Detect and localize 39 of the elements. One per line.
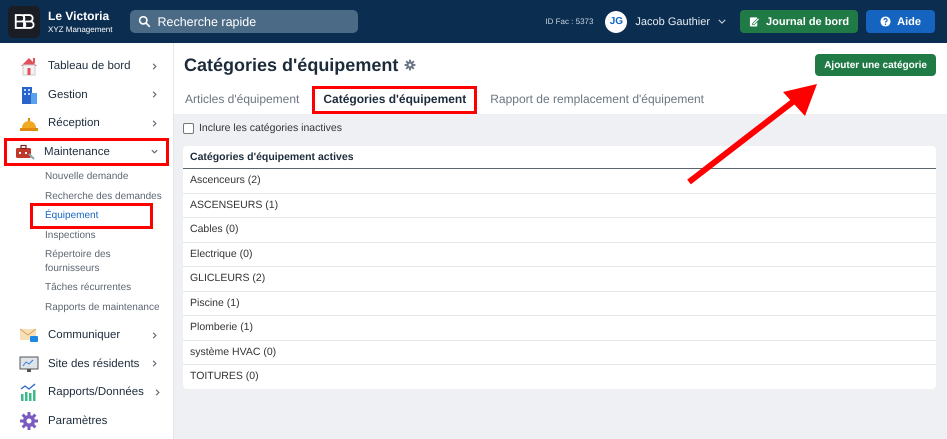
sidebar-item[interactable]: Paramètres — [4, 406, 169, 435]
tab[interactable]: Rapport de remplacement d'équipement — [479, 86, 715, 114]
company-name: XYZ Management — [48, 25, 112, 34]
checkbox-label: Inclure les catégories inactives — [199, 122, 342, 134]
sidebar-item[interactable]: Communiquer — [4, 321, 169, 350]
sidebar-subitem[interactable]: Nouvelle demande — [45, 167, 165, 186]
sidebar-item[interactable]: Maintenance — [4, 138, 169, 166]
search-field[interactable]: Recherche rapide — [130, 10, 358, 33]
sidebar-item[interactable]: Site des résidents — [4, 350, 169, 378]
sidebar-subitem[interactable]: Tâches récurrentes — [45, 278, 165, 298]
table-cell: ASCENSEURS (1) — [183, 194, 936, 218]
sidebar-item[interactable]: Tableau de bord — [4, 52, 169, 80]
property-name: Le Victoria — [48, 9, 110, 23]
journal-button[interactable]: Journal de bord — [740, 10, 858, 33]
sidebar-item[interactable]: Rapports/Données — [4, 378, 169, 406]
sidebar-subitem[interactable]: Équipement — [33, 206, 150, 226]
tab[interactable]: Articles d'équipement — [185, 86, 310, 114]
table-cell: Ascenceurs (2) — [183, 169, 936, 194]
table-cell: Cables (0) — [183, 218, 936, 242]
sidebar-subitem[interactable]: Recherche des demandes — [45, 186, 165, 206]
sidebar-subitem[interactable]: Rapports de maintenance — [45, 298, 165, 317]
add-category-button[interactable]: Ajouter une catégorie — [815, 54, 936, 76]
user-name[interactable]: Jacob Gauthier — [635, 16, 710, 28]
table-cell: Piscine (1) — [183, 292, 936, 316]
table-cell: GLICLEURS (2) — [183, 267, 936, 292]
sidebar-subitem[interactable]: Répertoire des fournisseurs — [45, 245, 165, 278]
sidebar-subitem[interactable]: Inspections — [45, 226, 165, 245]
user-avatar[interactable]: JG — [605, 10, 628, 32]
sidebar-item[interactable]: Gestion — [4, 80, 169, 109]
sidebar-item[interactable]: Réception — [4, 109, 169, 138]
table-cell: Electrique (0) — [183, 242, 936, 267]
tab[interactable]: Catégories d'équipement — [312, 86, 478, 114]
table-cell-text: TOITURES (0) — [189, 369, 260, 384]
table-cell: système HVAC (0) — [183, 340, 936, 365]
facility-id: ID Fac : 5373 — [545, 17, 594, 26]
page-title: Catégories d'équipement — [184, 54, 398, 76]
table-cell: Plomberie (1) — [183, 316, 936, 340]
help-button[interactable]: Aide — [866, 10, 935, 33]
table-header: Catégories d'équipement actives — [183, 146, 936, 169]
